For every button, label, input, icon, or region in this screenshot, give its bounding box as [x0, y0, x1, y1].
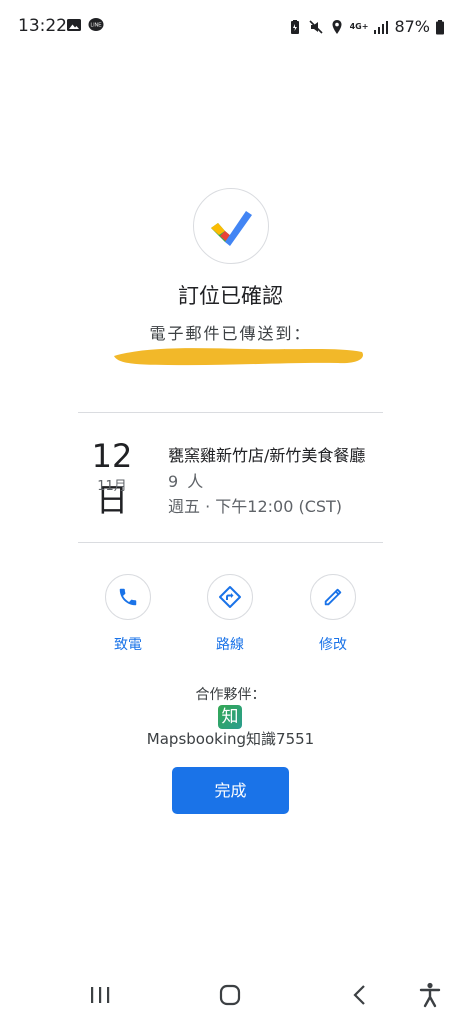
- recent-apps-icon: [91, 987, 110, 1003]
- reservation-time: 週五 · 下午12:00 (CST): [168, 497, 343, 516]
- directions-label: 路線: [216, 637, 244, 653]
- navigation-bar: [0, 970, 461, 1024]
- svg-text:LINE: LINE: [90, 23, 102, 29]
- edit-button[interactable]: 修改: [303, 574, 363, 654]
- pencil-icon: [324, 588, 342, 606]
- checkmark-icon: [211, 211, 252, 246]
- recent-apps-button[interactable]: [80, 978, 120, 1012]
- home-icon: [219, 984, 241, 1006]
- done-button[interactable]: 完成: [172, 767, 289, 814]
- redacted-email: [114, 348, 363, 366]
- network-type: 4G+: [349, 21, 369, 31]
- call-button[interactable]: 致電: [98, 574, 158, 654]
- status-time: 13:22: [18, 16, 67, 36]
- party-size: 9 人: [168, 472, 206, 491]
- confirmation-check: [193, 188, 269, 264]
- battery-percent: 87%: [394, 17, 430, 36]
- status-bar: 13:22 LINE 4G+ 87%: [0, 0, 461, 54]
- directions-button[interactable]: 路線: [200, 574, 260, 654]
- location-icon: [332, 19, 342, 34]
- edit-label: 修改: [319, 637, 347, 653]
- accessibility-icon: [419, 982, 441, 1008]
- back-icon: [353, 985, 365, 1005]
- partner-label: 合作夥伴：: [195, 687, 266, 703]
- line-app-icon: LINE: [88, 18, 104, 31]
- partner-name: Mapsbooking知識7551: [146, 730, 315, 748]
- signal-icon: [374, 20, 389, 34]
- mute-icon: [309, 19, 323, 34]
- partner-logo: 知: [218, 705, 242, 729]
- call-label: 致電: [114, 637, 142, 653]
- divider-bottom: [78, 542, 383, 543]
- confirmation-title: 訂位已確認: [178, 284, 283, 308]
- back-button[interactable]: [340, 978, 380, 1012]
- reservation-month: 11月: [97, 479, 127, 494]
- directions-icon: [219, 586, 241, 608]
- gallery-icon: [67, 19, 81, 31]
- home-button[interactable]: [210, 978, 250, 1012]
- phone-icon: [119, 588, 137, 606]
- battery-icon: [436, 19, 444, 34]
- divider-top: [78, 412, 383, 413]
- accessibility-button[interactable]: [410, 978, 450, 1012]
- restaurant-name: 甕窯雞新竹店/新竹美食餐廳: [168, 446, 366, 465]
- battery-saver-icon: [290, 19, 299, 34]
